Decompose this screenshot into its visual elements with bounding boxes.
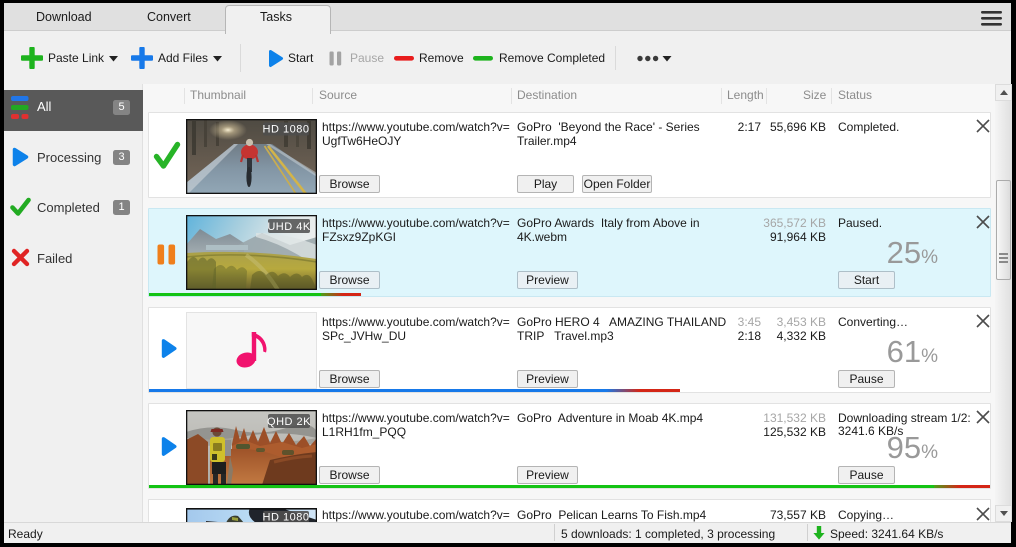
svg-text:UHD 4K: UHD 4K <box>267 221 311 233</box>
svg-text:HD 1080: HD 1080 <box>263 124 310 136</box>
svg-text:QHD 2K: QHD 2K <box>267 416 311 428</box>
